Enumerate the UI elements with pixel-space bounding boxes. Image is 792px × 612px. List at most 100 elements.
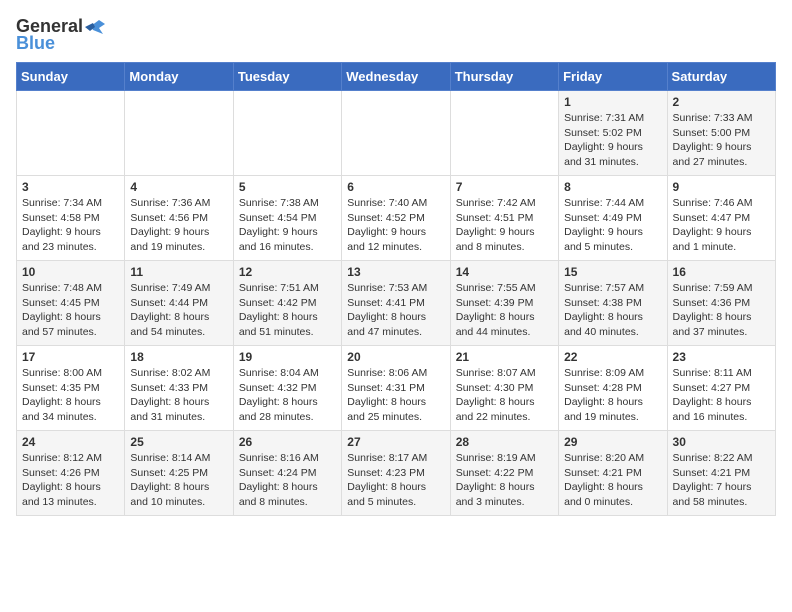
- day-info: Sunrise: 8:06 AM Sunset: 4:31 PM Dayligh…: [347, 366, 444, 425]
- calendar-cell: 12 Sunrise: 7:51 AM Sunset: 4:42 PM Dayli…: [233, 261, 341, 346]
- day-info: Sunrise: 8:16 AM Sunset: 4:24 PM Dayligh…: [239, 451, 336, 510]
- day-info: Sunrise: 7:33 AM Sunset: 5:00 PM Dayligh…: [673, 111, 770, 170]
- day-number: 11: [130, 265, 227, 279]
- day-number: 13: [347, 265, 444, 279]
- day-info: Sunrise: 8:09 AM Sunset: 4:28 PM Dayligh…: [564, 366, 661, 425]
- calendar-cell: 7 Sunrise: 7:42 AM Sunset: 4:51 PM Daylig…: [450, 176, 558, 261]
- day-number: 30: [673, 435, 770, 449]
- calendar-cell: 13 Sunrise: 7:53 AM Sunset: 4:41 PM Dayli…: [342, 261, 450, 346]
- day-number: 9: [673, 180, 770, 194]
- day-info: Sunrise: 7:44 AM Sunset: 4:49 PM Dayligh…: [564, 196, 661, 255]
- day-info: Sunrise: 8:19 AM Sunset: 4:22 PM Dayligh…: [456, 451, 553, 510]
- calendar-cell: 25 Sunrise: 8:14 AM Sunset: 4:25 PM Dayli…: [125, 431, 233, 516]
- day-number: 2: [673, 95, 770, 109]
- day-number: 15: [564, 265, 661, 279]
- day-info: Sunrise: 7:49 AM Sunset: 4:44 PM Dayligh…: [130, 281, 227, 340]
- header: General Blue: [16, 16, 776, 54]
- day-info: Sunrise: 7:59 AM Sunset: 4:36 PM Dayligh…: [673, 281, 770, 340]
- weekday-header-saturday: Saturday: [667, 63, 775, 91]
- day-number: 10: [22, 265, 119, 279]
- day-number: 26: [239, 435, 336, 449]
- day-number: 3: [22, 180, 119, 194]
- day-info: Sunrise: 8:02 AM Sunset: 4:33 PM Dayligh…: [130, 366, 227, 425]
- calendar-cell: 5 Sunrise: 7:38 AM Sunset: 4:54 PM Daylig…: [233, 176, 341, 261]
- day-number: 7: [456, 180, 553, 194]
- calendar-cell: 20 Sunrise: 8:06 AM Sunset: 4:31 PM Dayli…: [342, 346, 450, 431]
- day-info: Sunrise: 7:31 AM Sunset: 5:02 PM Dayligh…: [564, 111, 661, 170]
- calendar-cell: 23 Sunrise: 8:11 AM Sunset: 4:27 PM Dayli…: [667, 346, 775, 431]
- logo-bird-icon: [85, 18, 107, 36]
- day-number: 22: [564, 350, 661, 364]
- day-number: 29: [564, 435, 661, 449]
- day-number: 18: [130, 350, 227, 364]
- calendar-cell: 6 Sunrise: 7:40 AM Sunset: 4:52 PM Daylig…: [342, 176, 450, 261]
- calendar-cell: 3Sunrise: 7:34 AM Sunset: 4:58 PM Daylig…: [17, 176, 125, 261]
- day-info: Sunrise: 7:48 AM Sunset: 4:45 PM Dayligh…: [22, 281, 119, 340]
- calendar-cell: 8 Sunrise: 7:44 AM Sunset: 4:49 PM Daylig…: [559, 176, 667, 261]
- day-info: Sunrise: 8:17 AM Sunset: 4:23 PM Dayligh…: [347, 451, 444, 510]
- day-info: Sunrise: 7:57 AM Sunset: 4:38 PM Dayligh…: [564, 281, 661, 340]
- weekday-header-tuesday: Tuesday: [233, 63, 341, 91]
- day-info: Sunrise: 8:14 AM Sunset: 4:25 PM Dayligh…: [130, 451, 227, 510]
- logo-blue-text: Blue: [16, 33, 55, 54]
- calendar-cell: [342, 91, 450, 176]
- calendar-cell: 17Sunrise: 8:00 AM Sunset: 4:35 PM Dayli…: [17, 346, 125, 431]
- day-number: 5: [239, 180, 336, 194]
- calendar-cell: 2 Sunrise: 7:33 AM Sunset: 5:00 PM Daylig…: [667, 91, 775, 176]
- calendar-cell: 27 Sunrise: 8:17 AM Sunset: 4:23 PM Dayli…: [342, 431, 450, 516]
- calendar-cell: 1 Sunrise: 7:31 AM Sunset: 5:02 PM Daylig…: [559, 91, 667, 176]
- calendar-cell: 15 Sunrise: 7:57 AM Sunset: 4:38 PM Dayli…: [559, 261, 667, 346]
- calendar-cell: [233, 91, 341, 176]
- calendar-cell: 10 Sunrise: 7:48 AM Sunset: 4:45 PM Dayli…: [17, 261, 125, 346]
- day-info: Sunrise: 7:40 AM Sunset: 4:52 PM Dayligh…: [347, 196, 444, 255]
- day-info: Sunrise: 7:36 AM Sunset: 4:56 PM Dayligh…: [130, 196, 227, 255]
- day-number: 4: [130, 180, 227, 194]
- calendar-cell: [17, 91, 125, 176]
- day-info: Sunrise: 8:04 AM Sunset: 4:32 PM Dayligh…: [239, 366, 336, 425]
- calendar-cell: 28 Sunrise: 8:19 AM Sunset: 4:22 PM Dayli…: [450, 431, 558, 516]
- day-number: 6: [347, 180, 444, 194]
- day-number: 28: [456, 435, 553, 449]
- logo: General Blue: [16, 16, 107, 54]
- day-info: Sunrise: 7:53 AM Sunset: 4:41 PM Dayligh…: [347, 281, 444, 340]
- calendar-cell: 18 Sunrise: 8:02 AM Sunset: 4:33 PM Dayli…: [125, 346, 233, 431]
- calendar-cell: 29Sunrise: 8:20 AM Sunset: 4:21 PM Dayli…: [559, 431, 667, 516]
- calendar-cell: 26 Sunrise: 8:16 AM Sunset: 4:24 PM Dayli…: [233, 431, 341, 516]
- day-number: 19: [239, 350, 336, 364]
- calendar-cell: 16 Sunrise: 7:59 AM Sunset: 4:36 PM Dayli…: [667, 261, 775, 346]
- weekday-header-friday: Friday: [559, 63, 667, 91]
- weekday-header-wednesday: Wednesday: [342, 63, 450, 91]
- calendar-header-row: SundayMondayTuesdayWednesdayThursdayFrid…: [17, 63, 776, 91]
- day-info: Sunrise: 7:51 AM Sunset: 4:42 PM Dayligh…: [239, 281, 336, 340]
- day-number: 20: [347, 350, 444, 364]
- day-info: Sunrise: 7:38 AM Sunset: 4:54 PM Dayligh…: [239, 196, 336, 255]
- calendar-cell: 9 Sunrise: 7:46 AM Sunset: 4:47 PM Daylig…: [667, 176, 775, 261]
- calendar-cell: 24Sunrise: 8:12 AM Sunset: 4:26 PM Dayli…: [17, 431, 125, 516]
- day-number: 8: [564, 180, 661, 194]
- calendar-cell: 30Sunrise: 8:22 AM Sunset: 4:21 PM Dayli…: [667, 431, 775, 516]
- day-number: 1: [564, 95, 661, 109]
- weekday-header-monday: Monday: [125, 63, 233, 91]
- calendar-week-row: 3Sunrise: 7:34 AM Sunset: 4:58 PM Daylig…: [17, 176, 776, 261]
- day-number: 12: [239, 265, 336, 279]
- day-info: Sunrise: 8:07 AM Sunset: 4:30 PM Dayligh…: [456, 366, 553, 425]
- day-number: 14: [456, 265, 553, 279]
- day-info: Sunrise: 7:42 AM Sunset: 4:51 PM Dayligh…: [456, 196, 553, 255]
- calendar-cell: 22 Sunrise: 8:09 AM Sunset: 4:28 PM Dayli…: [559, 346, 667, 431]
- weekday-header-sunday: Sunday: [17, 63, 125, 91]
- weekday-header-thursday: Thursday: [450, 63, 558, 91]
- day-info: Sunrise: 8:11 AM Sunset: 4:27 PM Dayligh…: [673, 366, 770, 425]
- day-number: 16: [673, 265, 770, 279]
- calendar-cell: 21 Sunrise: 8:07 AM Sunset: 4:30 PM Dayli…: [450, 346, 558, 431]
- day-number: 25: [130, 435, 227, 449]
- calendar-cell: [450, 91, 558, 176]
- day-info: Sunrise: 8:12 AM Sunset: 4:26 PM Dayligh…: [22, 451, 119, 510]
- calendar-week-row: 10 Sunrise: 7:48 AM Sunset: 4:45 PM Dayli…: [17, 261, 776, 346]
- day-info: Sunrise: 7:46 AM Sunset: 4:47 PM Dayligh…: [673, 196, 770, 255]
- day-number: 23: [673, 350, 770, 364]
- calendar-cell: [125, 91, 233, 176]
- day-number: 27: [347, 435, 444, 449]
- day-info: Sunrise: 7:55 AM Sunset: 4:39 PM Dayligh…: [456, 281, 553, 340]
- day-number: 21: [456, 350, 553, 364]
- calendar-cell: 14 Sunrise: 7:55 AM Sunset: 4:39 PM Dayli…: [450, 261, 558, 346]
